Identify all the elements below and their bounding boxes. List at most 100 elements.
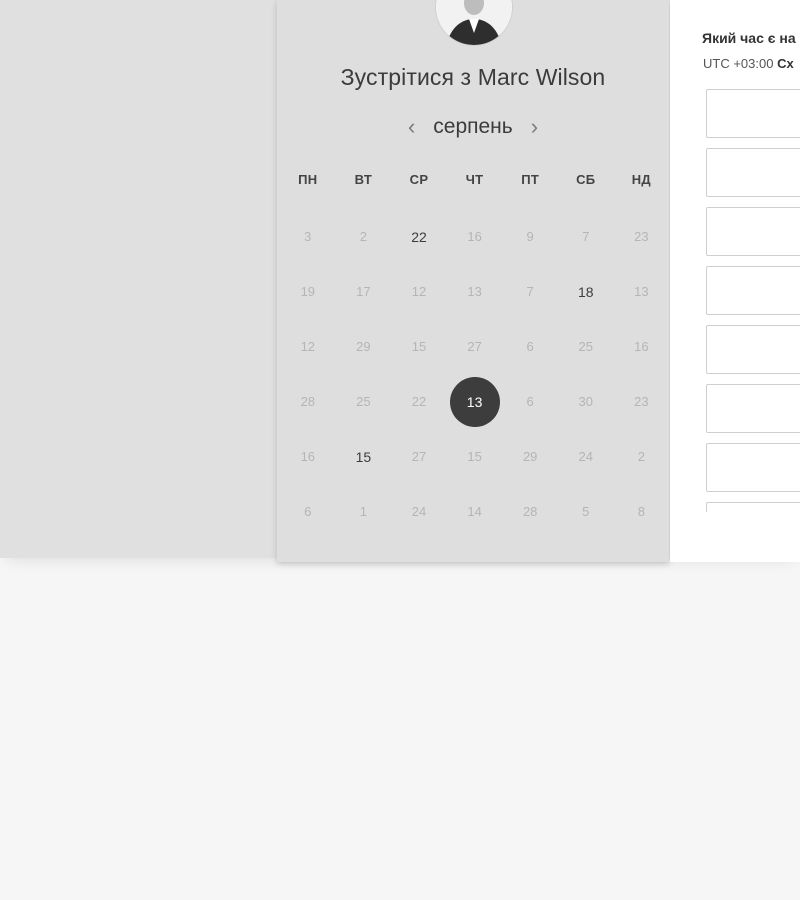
day-number: 29 bbox=[522, 449, 538, 464]
chevron-right-icon[interactable]: › bbox=[531, 116, 538, 138]
time-slot-button[interactable] bbox=[706, 207, 800, 256]
unavailable-day: 22 bbox=[391, 374, 447, 429]
available-day[interactable]: 15 bbox=[336, 429, 392, 484]
day-number: 15 bbox=[411, 339, 427, 354]
calendar-days-grid: 3 2 22 16 9 7 23 19 17 12 13 7 18 13 12 29 15 27 6 25 16 28 25… bbox=[280, 209, 670, 539]
unavailable-day: 12 bbox=[391, 264, 447, 319]
unavailable-day: 25 bbox=[558, 319, 614, 374]
meeting-title: Зустрітися з Marc Wilson bbox=[277, 64, 669, 91]
day-number: 25 bbox=[578, 339, 593, 354]
unavailable-day: 2 bbox=[614, 429, 670, 484]
day-number: 6 bbox=[526, 339, 534, 354]
time-question: Який час є на bbox=[702, 30, 796, 46]
unavailable-day: 7 bbox=[558, 209, 614, 264]
day-number: 15 bbox=[467, 449, 482, 464]
time-slot-button[interactable] bbox=[706, 502, 800, 512]
unavailable-day: 16 bbox=[614, 319, 670, 374]
day-number: 7 bbox=[582, 229, 590, 244]
unavailable-day: 6 bbox=[502, 374, 558, 429]
time-slot-list bbox=[706, 89, 800, 512]
day-number: 15 bbox=[355, 448, 372, 465]
day-number: 12 bbox=[300, 339, 316, 354]
unavailable-day: 6 bbox=[502, 319, 558, 374]
day-number: 30 bbox=[578, 394, 593, 409]
day-number: 8 bbox=[637, 504, 645, 519]
timezone-label[interactable]: UTC +03:00 Сх bbox=[703, 56, 794, 71]
day-number: 16 bbox=[634, 339, 649, 354]
day-number: 27 bbox=[467, 339, 482, 354]
day-number: 28 bbox=[522, 504, 538, 519]
available-day[interactable]: 18 bbox=[558, 264, 614, 319]
timezone-offset: UTC +03:00 bbox=[703, 56, 774, 71]
weekday-label: ПН bbox=[298, 172, 318, 187]
unavailable-day: 3 bbox=[280, 209, 336, 264]
day-number: 1 bbox=[359, 504, 367, 519]
day-number: 7 bbox=[526, 284, 534, 299]
day-number: 2 bbox=[359, 229, 367, 244]
unavailable-day: 8 bbox=[614, 484, 670, 539]
day-number: 6 bbox=[526, 394, 534, 409]
time-slot-button[interactable] bbox=[706, 89, 800, 138]
unavailable-day: 2 bbox=[336, 209, 392, 264]
selected-day[interactable]: 13 bbox=[447, 374, 503, 429]
unavailable-day: 25 bbox=[336, 374, 392, 429]
day-number: 22 bbox=[411, 394, 427, 409]
unavailable-day: 30 bbox=[558, 374, 614, 429]
day-number: 13 bbox=[634, 284, 649, 299]
day-number: 28 bbox=[300, 394, 316, 409]
unavailable-day: 16 bbox=[280, 429, 336, 484]
time-slot-button[interactable] bbox=[706, 384, 800, 433]
day-number: 25 bbox=[356, 394, 371, 409]
unavailable-day: 16 bbox=[447, 209, 503, 264]
unavailable-day: 15 bbox=[447, 429, 503, 484]
time-slot-button[interactable] bbox=[706, 325, 800, 374]
weekday-header: ПН ВТ СР ЧТ ПТ СБ НД bbox=[280, 172, 670, 187]
unavailable-day: 13 bbox=[447, 264, 503, 319]
meet-prefix: Зустрітися з bbox=[340, 64, 472, 90]
time-slot-button[interactable] bbox=[706, 266, 800, 315]
unavailable-day: 29 bbox=[502, 429, 558, 484]
day-number: 19 bbox=[300, 284, 316, 299]
unavailable-day: 28 bbox=[502, 484, 558, 539]
unavailable-day: 24 bbox=[391, 484, 447, 539]
day-number: 13 bbox=[467, 284, 482, 299]
host-name: Marc Wilson bbox=[477, 64, 606, 90]
unavailable-day: 29 bbox=[336, 319, 392, 374]
day-number: 18 bbox=[577, 283, 594, 300]
time-slot-button[interactable] bbox=[706, 443, 800, 492]
unavailable-day: 27 bbox=[391, 429, 447, 484]
unavailable-day: 13 bbox=[614, 264, 670, 319]
unavailable-day: 28 bbox=[280, 374, 336, 429]
day-number: 2 bbox=[637, 449, 645, 464]
unavailable-day: 17 bbox=[336, 264, 392, 319]
day-number: 14 bbox=[467, 504, 482, 519]
day-number: 29 bbox=[356, 339, 371, 354]
unavailable-day: 19 bbox=[280, 264, 336, 319]
weekday-label: СБ bbox=[576, 172, 596, 187]
unavailable-day: 15 bbox=[391, 319, 447, 374]
day-number: 22 bbox=[411, 228, 427, 245]
day-number: 23 bbox=[634, 229, 649, 244]
month-navigation: ‹ серпень › bbox=[277, 113, 669, 141]
unavailable-day: 9 bbox=[502, 209, 558, 264]
day-number: 9 bbox=[526, 229, 534, 244]
day-number: 5 bbox=[582, 504, 590, 519]
time-slot-button[interactable] bbox=[706, 148, 800, 197]
day-number: 24 bbox=[578, 449, 593, 464]
weekday-label: ВТ bbox=[354, 172, 373, 187]
day-number: 24 bbox=[411, 504, 427, 519]
unavailable-day: 23 bbox=[614, 209, 670, 264]
day-number: 23 bbox=[634, 394, 649, 409]
unavailable-day: 6 bbox=[280, 484, 336, 539]
day-number: 13 bbox=[449, 376, 500, 427]
unavailable-day: 14 bbox=[447, 484, 503, 539]
weekday-label: ПТ bbox=[521, 172, 540, 187]
chevron-left-icon[interactable]: ‹ bbox=[408, 116, 415, 138]
day-number: 17 bbox=[356, 284, 371, 299]
unavailable-day: 7 bbox=[502, 264, 558, 319]
month-label: серпень bbox=[433, 115, 513, 138]
day-number: 27 bbox=[411, 449, 427, 464]
available-day[interactable]: 22 bbox=[391, 209, 447, 264]
unavailable-day: 24 bbox=[558, 429, 614, 484]
day-number: 16 bbox=[467, 229, 482, 244]
